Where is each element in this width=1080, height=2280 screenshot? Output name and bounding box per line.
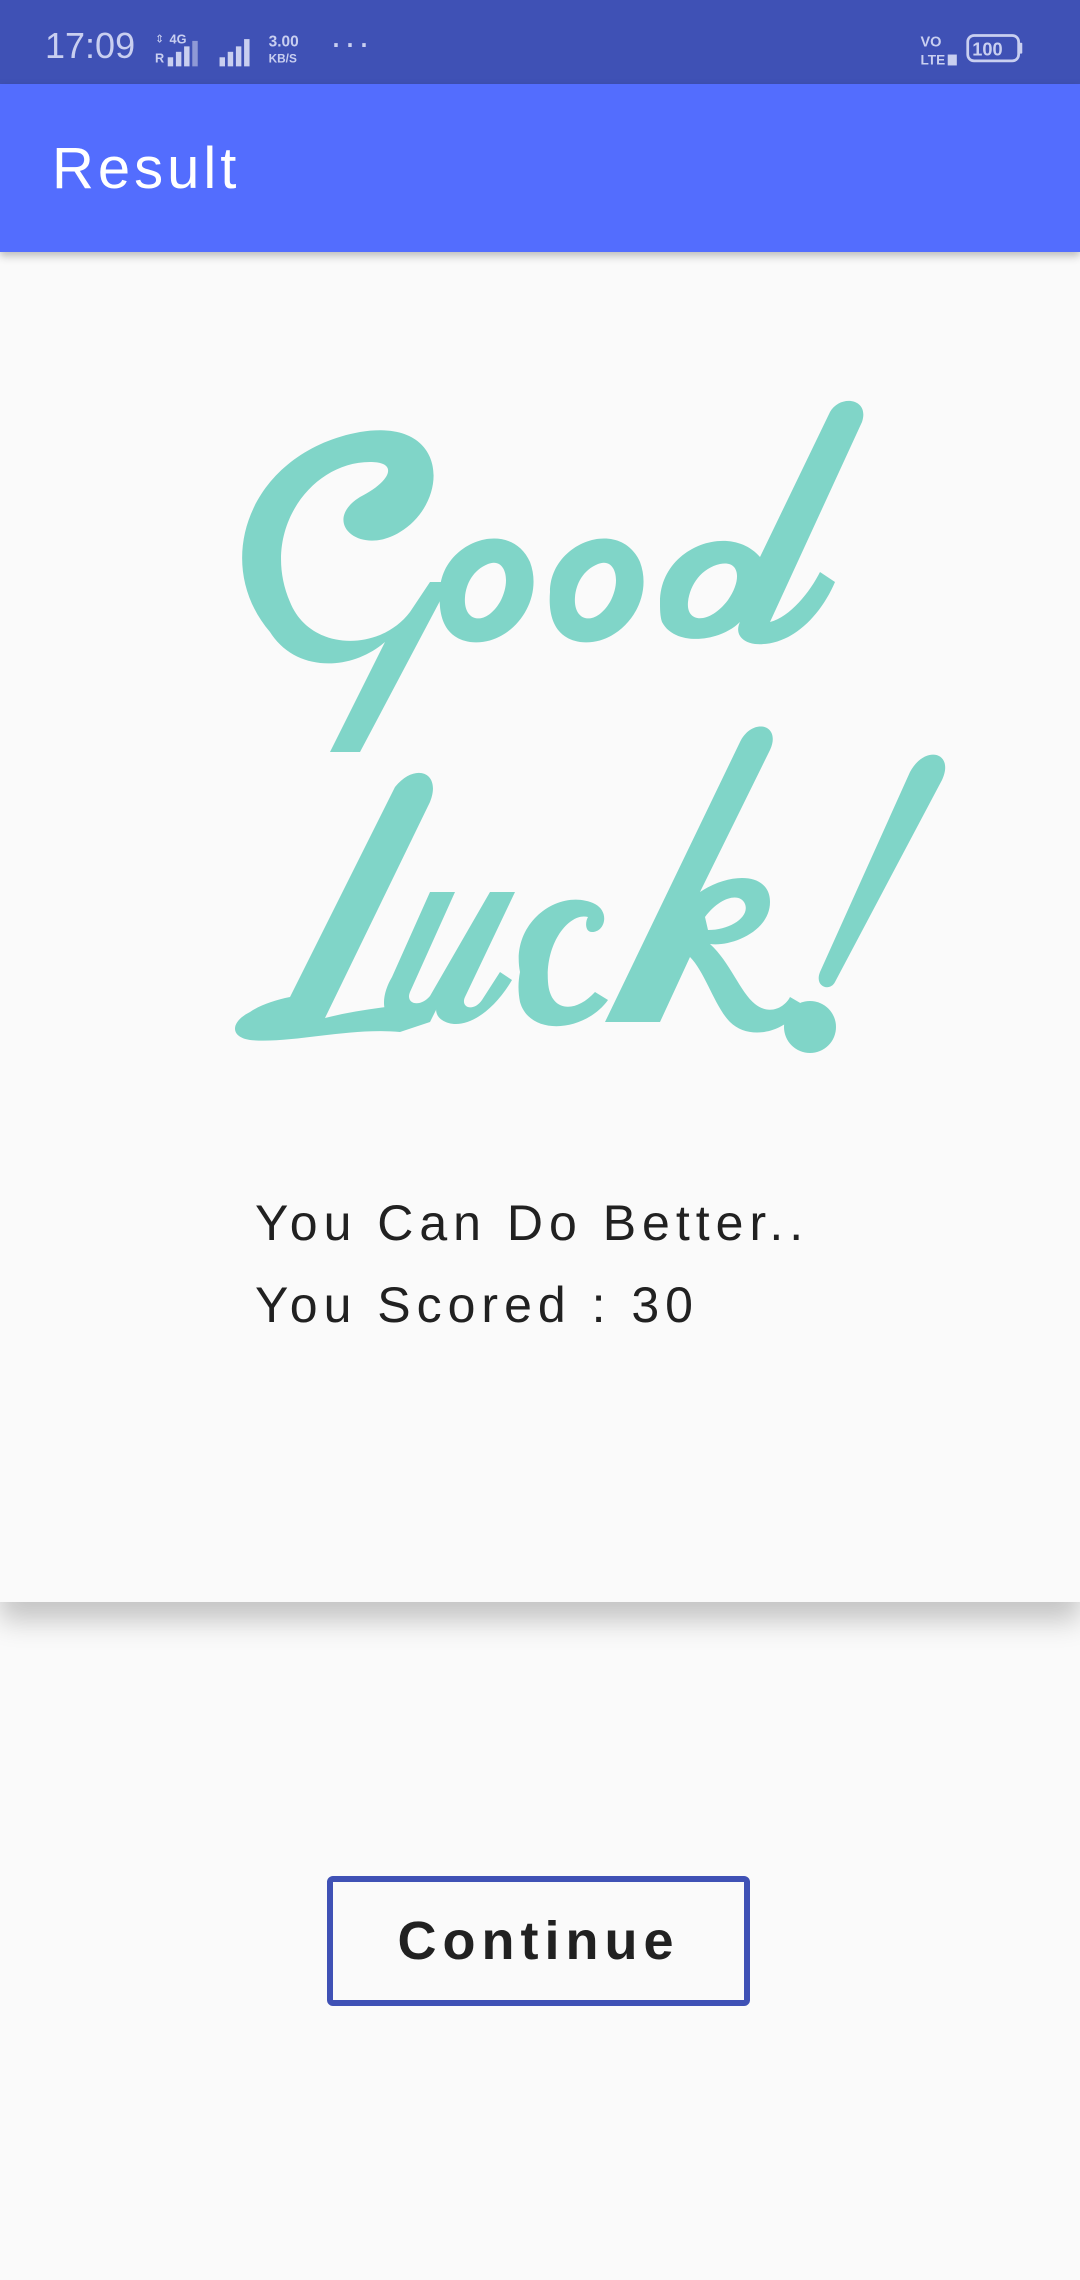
svg-text:3.00: 3.00 [269, 33, 299, 50]
svg-text:100: 100 [972, 39, 1002, 59]
system-status-icons: VO LTE 100 [920, 34, 1023, 68]
result-message: You Can Do Better.. You Scored : 30 [255, 1182, 809, 1346]
svg-text:VO: VO [920, 34, 941, 50]
app-bar: Result [0, 84, 1080, 252]
score-line: You Scored : 30 [255, 1264, 809, 1346]
good-luck-image [235, 400, 946, 1053]
svg-text:R: R [155, 51, 164, 66]
feedback-text: You Can Do Better.. [255, 1195, 810, 1251]
svg-text:KB/S: KB/S [269, 52, 297, 66]
page-title: Result [52, 136, 241, 201]
svg-text:⇕: ⇕ [155, 34, 164, 46]
score-value: 30 [631, 1277, 699, 1333]
score-label: You Scored : [255, 1277, 632, 1333]
svg-text:LTE: LTE [920, 53, 945, 68]
status-bar: 17:09 ⇕ 4G R 3.00 KB/S ··· VO LTE 100 [0, 0, 1080, 84]
signal-icons: ⇕ 4G R 3.00 KB/S [155, 32, 299, 67]
more-notifications-icon: ··· [330, 22, 372, 63]
network-type-label: 4G [170, 32, 187, 47]
continue-button[interactable]: Continue [327, 1876, 750, 2006]
result-card: You Can Do Better.. You Scored : 30 [0, 252, 1080, 1602]
status-time: 17:09 [45, 25, 136, 66]
